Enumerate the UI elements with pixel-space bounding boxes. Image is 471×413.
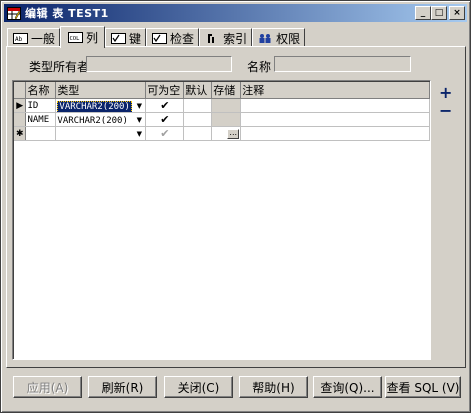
button-bar: 应用(A) 刷新(R) 关闭(C) 帮助(H) 查询(Q)... 查看 SQL … <box>1 371 470 411</box>
columns-icon: COL <box>67 32 83 44</box>
table-editor-icon <box>6 6 22 20</box>
tab-index-label: 索引 <box>223 31 248 46</box>
tab-checks-label: 检查 <box>170 31 195 46</box>
tab-general-label: 一般 <box>31 31 56 46</box>
edit-table-window: 编辑 表 TEST1 _ □ × Ab 一般 COL 列 键 检查 索引 权限 … <box>0 0 471 413</box>
svg-text:COL: COL <box>69 36 80 42</box>
checks-icon <box>151 32 167 44</box>
tab-strip: Ab 一般 COL 列 键 检查 索引 权限 <box>7 26 306 48</box>
view-sql-button[interactable]: 查看 SQL (V) <box>385 376 461 398</box>
title-bar[interactable]: 编辑 表 TEST1 _ □ × <box>4 4 467 22</box>
columns-panel <box>6 46 466 368</box>
svg-text:Ab: Ab <box>15 36 23 43</box>
maximize-button[interactable]: □ <box>431 6 447 20</box>
tab-columns[interactable]: COL 列 <box>60 26 106 48</box>
tab-keys[interactable]: 键 <box>105 28 147 47</box>
tab-privileges[interactable]: 权限 <box>252 28 306 47</box>
close-window-button[interactable]: × <box>449 6 465 20</box>
keys-icon <box>110 32 126 44</box>
tab-columns-label: 列 <box>86 31 99 45</box>
tab-keys-label: 键 <box>129 31 142 46</box>
tab-privileges-label: 权限 <box>276 31 301 46</box>
privileges-icon <box>257 32 273 44</box>
query-button[interactable]: 查询(Q)... <box>313 376 382 398</box>
apply-button[interactable]: 应用(A) <box>13 376 82 398</box>
index-icon <box>204 32 220 44</box>
general-icon: Ab <box>12 32 28 44</box>
tab-index[interactable]: 索引 <box>199 28 253 47</box>
tab-checks[interactable]: 检查 <box>146 28 200 47</box>
minimize-button[interactable]: _ <box>415 6 431 20</box>
refresh-button[interactable]: 刷新(R) <box>88 376 157 398</box>
help-button[interactable]: 帮助(H) <box>239 376 308 398</box>
window-title: 编辑 表 TEST1 <box>25 7 109 20</box>
tab-general[interactable]: Ab 一般 <box>7 28 61 47</box>
close-button[interactable]: 关闭(C) <box>164 376 233 398</box>
